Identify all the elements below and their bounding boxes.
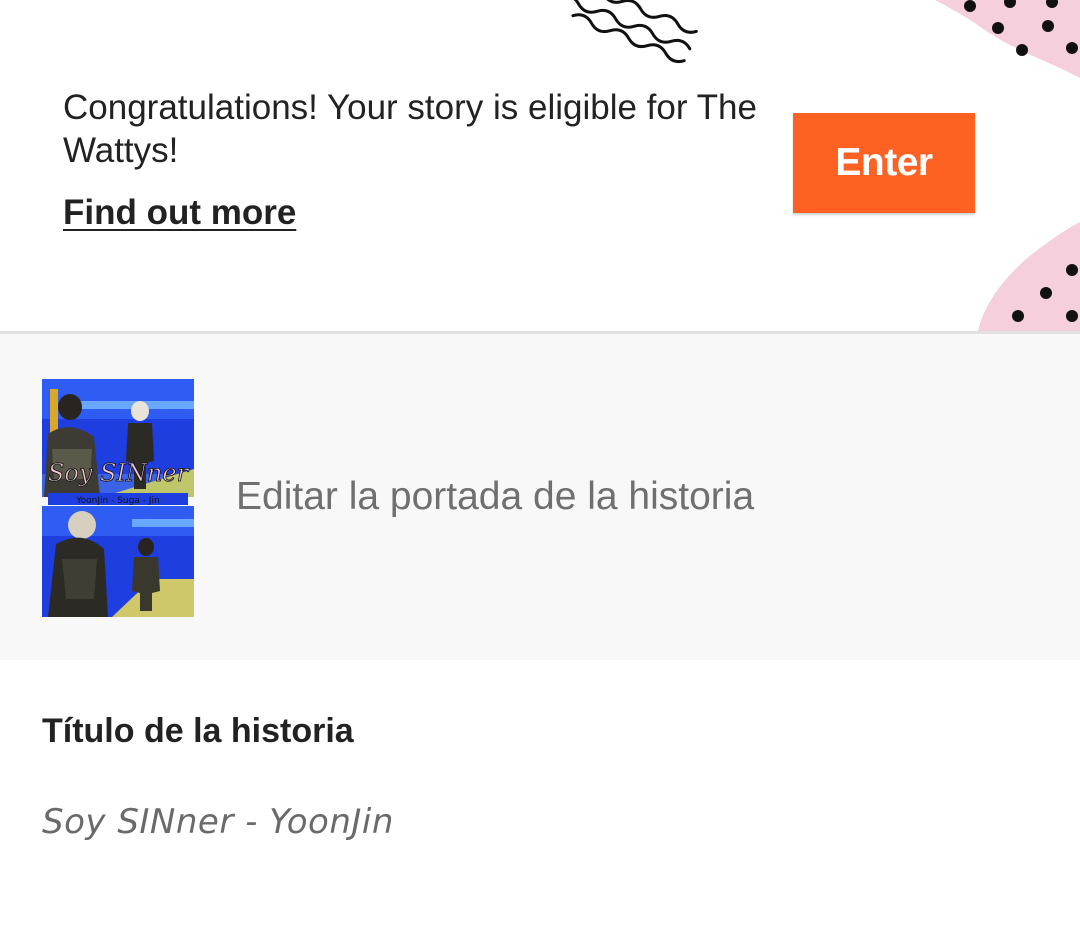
- cover-artwork: Soy SINner YoonJin - Suga - Jin: [42, 379, 194, 617]
- wattys-eligibility-message: Congratulations! Your story is eligible …: [63, 88, 757, 170]
- cover-title-text: Soy SINner: [48, 459, 190, 487]
- enter-wattys-button[interactable]: Enter: [793, 113, 975, 213]
- edit-cover-row[interactable]: Soy SINner YoonJin - Suga - Jin Editar l…: [0, 334, 1080, 660]
- story-title-section: Título de la historia: [0, 660, 1080, 927]
- edit-cover-label: Editar la portada de la historia: [236, 475, 755, 518]
- story-cover-image[interactable]: Soy SINner YoonJin - Suga - Jin: [42, 379, 194, 617]
- story-title-input[interactable]: [42, 802, 942, 842]
- pink-blob-top: [935, 0, 1080, 78]
- find-out-more-link[interactable]: Find out more: [63, 193, 296, 233]
- cover-subtitle-text: YoonJin - Suga - Jin: [75, 496, 159, 506]
- pink-blob-bottom: [978, 222, 1080, 331]
- story-details-page: Congratulations! Your story is eligible …: [0, 0, 1080, 927]
- story-title-heading: Título de la historia: [42, 712, 354, 750]
- wattys-banner: Congratulations! Your story is eligible …: [0, 0, 1080, 331]
- squiggle-decoration: [546, 0, 698, 64]
